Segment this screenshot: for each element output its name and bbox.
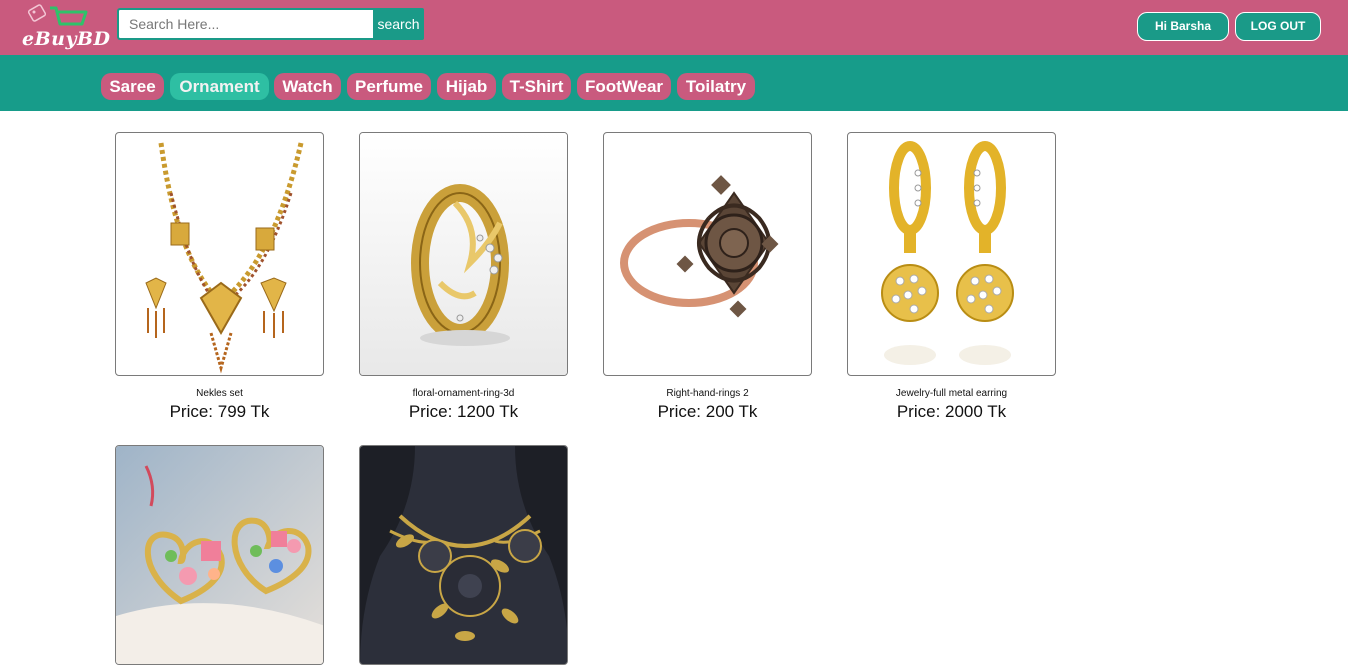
product-name[interactable]: Right-hand-rings 2 xyxy=(603,388,812,399)
product-name[interactable]: Jewelry-full metal earring xyxy=(847,388,1056,399)
nav-item-perfume[interactable]: Perfume xyxy=(347,73,431,100)
product-name[interactable]: Nekles set xyxy=(115,388,324,399)
product-image-floral-ring[interactable] xyxy=(359,132,568,376)
category-nav: Saree Ornament Watch Perfume Hijab T-Shi… xyxy=(0,55,1348,111)
top-header: eBuyBD search Hi Barsha LOG OUT xyxy=(0,0,1348,55)
product-price: Price: 799 Tk xyxy=(169,402,270,421)
nav-item-tshirt[interactable]: T-Shirt xyxy=(502,73,571,100)
product-image-gold-drop-earrings[interactable] xyxy=(847,132,1056,376)
product-name[interactable]: floral-ornament-ring-3d xyxy=(359,388,568,399)
logout-button[interactable]: LOG OUT xyxy=(1235,12,1321,41)
product-price: Price: 2000 Tk xyxy=(896,402,1007,421)
user-greeting-button[interactable]: Hi Barsha xyxy=(1137,12,1229,41)
nav-item-ornament[interactable]: Ornament xyxy=(170,73,269,100)
search-button[interactable]: search xyxy=(373,8,424,40)
product-image-rose-gold-ring[interactable] xyxy=(603,132,812,376)
product-image-heart-earrings[interactable] xyxy=(115,445,324,665)
nav-item-toilatry[interactable]: Toilatry xyxy=(677,73,755,100)
search-input[interactable] xyxy=(117,8,374,40)
nav-item-hijab[interactable]: Hijab xyxy=(437,73,496,100)
site-logo[interactable]: eBuyBD xyxy=(20,4,110,52)
product-price: Price: 1200 Tk xyxy=(408,402,519,421)
product-image-gold-necklace-set[interactable] xyxy=(115,132,324,376)
nav-item-footwear[interactable]: FootWear xyxy=(577,73,671,100)
nav-item-watch[interactable]: Watch xyxy=(274,73,341,100)
product-image-floral-bib-necklace[interactable] xyxy=(359,445,568,665)
logo-text: eBuyBD xyxy=(22,28,111,50)
nav-item-saree[interactable]: Saree xyxy=(101,73,164,100)
product-price: Price: 200 Tk xyxy=(657,402,758,421)
